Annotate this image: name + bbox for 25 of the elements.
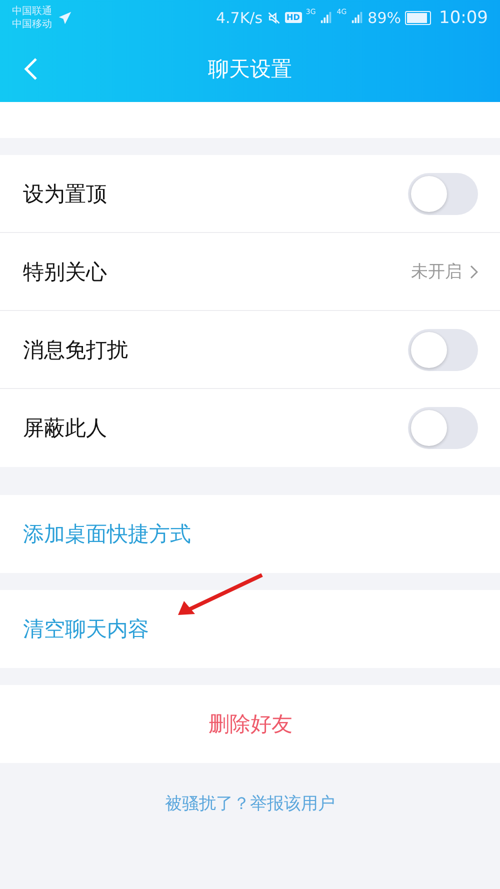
mute-icon — [266, 10, 281, 24]
toggle-switch[interactable] — [408, 172, 478, 214]
setting-label: 设为置顶 — [23, 180, 108, 208]
network-speed: 4.7K/s — [216, 8, 263, 26]
paper-plane-icon — [58, 10, 72, 24]
signal-icon — [320, 11, 333, 24]
setting-value: 未开启 — [411, 261, 462, 283]
chevron-icon — [470, 264, 478, 278]
back-icon[interactable] — [24, 57, 38, 81]
carrier-name: 中国联通 — [12, 4, 52, 18]
setting-label: 消息免打扰 — [23, 336, 129, 364]
list-row[interactable] — [0, 102, 500, 138]
carrier-name: 中国移动 — [12, 18, 52, 30]
toggle-switch[interactable] — [408, 407, 478, 449]
clock-time: 10:09 — [439, 8, 488, 28]
battery-icon — [405, 10, 431, 24]
setting-label[interactable]: 特别关心 — [23, 258, 403, 286]
hd-badge: HD — [284, 12, 302, 23]
setting-label: 屏蔽此人 — [23, 415, 108, 442]
report-link[interactable]: 被骚扰了？举报该用户 — [165, 792, 335, 815]
signal-icon — [350, 11, 364, 24]
page-title: 聊天设置 — [208, 56, 292, 82]
delete-button[interactable]: 删除好友 — [208, 710, 292, 738]
toggle-switch[interactable] — [408, 328, 478, 370]
battery-percent: 89% — [368, 8, 401, 26]
